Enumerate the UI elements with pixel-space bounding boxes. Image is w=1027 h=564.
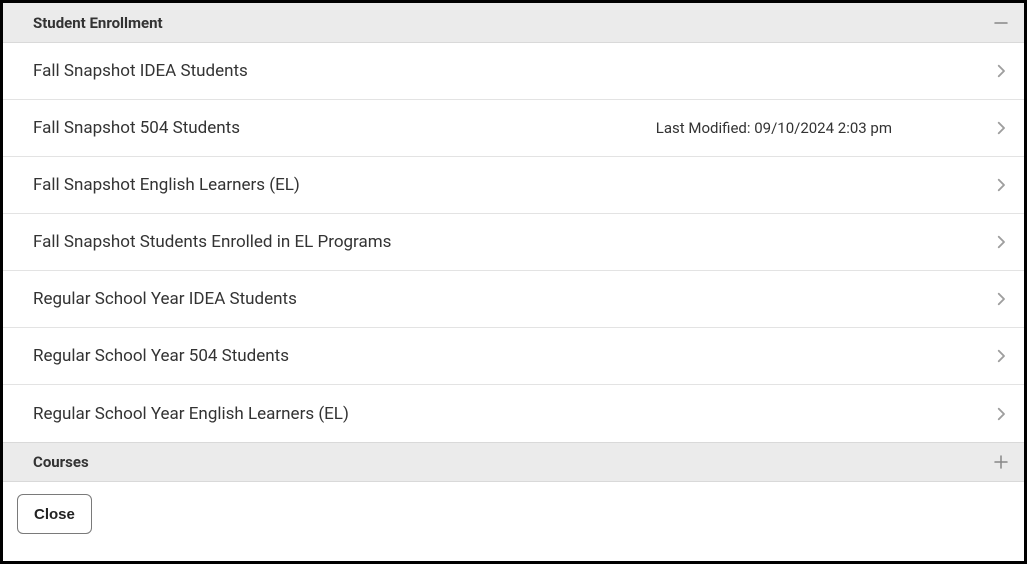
chevron-right-icon [992,62,1010,80]
list-item[interactable]: Regular School Year English Learners (EL… [3,385,1024,442]
list-item[interactable]: Regular School Year IDEA Students [3,271,1024,328]
plus-icon [992,453,1010,471]
list-item-label: Fall Snapshot Students Enrolled in EL Pr… [33,232,391,252]
list-item[interactable]: Fall Snapshot 504 Students Last Modified… [3,100,1024,157]
list-item-meta: Last Modified: 09/10/2024 2:03 pm [656,119,892,137]
list-item[interactable]: Fall Snapshot Students Enrolled in EL Pr… [3,214,1024,271]
list-item-label: Regular School Year IDEA Students [33,289,297,309]
list-item[interactable]: Fall Snapshot English Learners (EL) [3,157,1024,214]
chevron-right-icon [992,347,1010,365]
list-item-label: Fall Snapshot IDEA Students [33,61,248,81]
app-frame: Student Enrollment Fall Snapshot IDEA St… [0,0,1027,564]
chevron-right-icon [992,176,1010,194]
close-button[interactable]: Close [17,494,92,534]
chevron-right-icon [992,233,1010,251]
list-item[interactable]: Fall Snapshot IDEA Students [3,43,1024,100]
list-item-label: Fall Snapshot 504 Students [33,118,240,138]
minus-icon [992,14,1010,32]
section-list-student-enrollment: Fall Snapshot IDEA Students Fall Snapsho… [3,43,1024,442]
chevron-right-icon [992,405,1010,423]
section-header-courses[interactable]: Courses [3,442,1024,482]
section-title: Student Enrollment [33,14,163,32]
list-item-label: Regular School Year English Learners (EL… [33,404,349,424]
section-header-student-enrollment[interactable]: Student Enrollment [3,3,1024,43]
list-item[interactable]: Regular School Year 504 Students [3,328,1024,385]
footer: Close [3,482,1024,546]
chevron-right-icon [992,290,1010,308]
list-item-label: Regular School Year 504 Students [33,346,289,366]
chevron-right-icon [992,119,1010,137]
section-title: Courses [33,453,89,471]
list-item-label: Fall Snapshot English Learners (EL) [33,175,300,195]
